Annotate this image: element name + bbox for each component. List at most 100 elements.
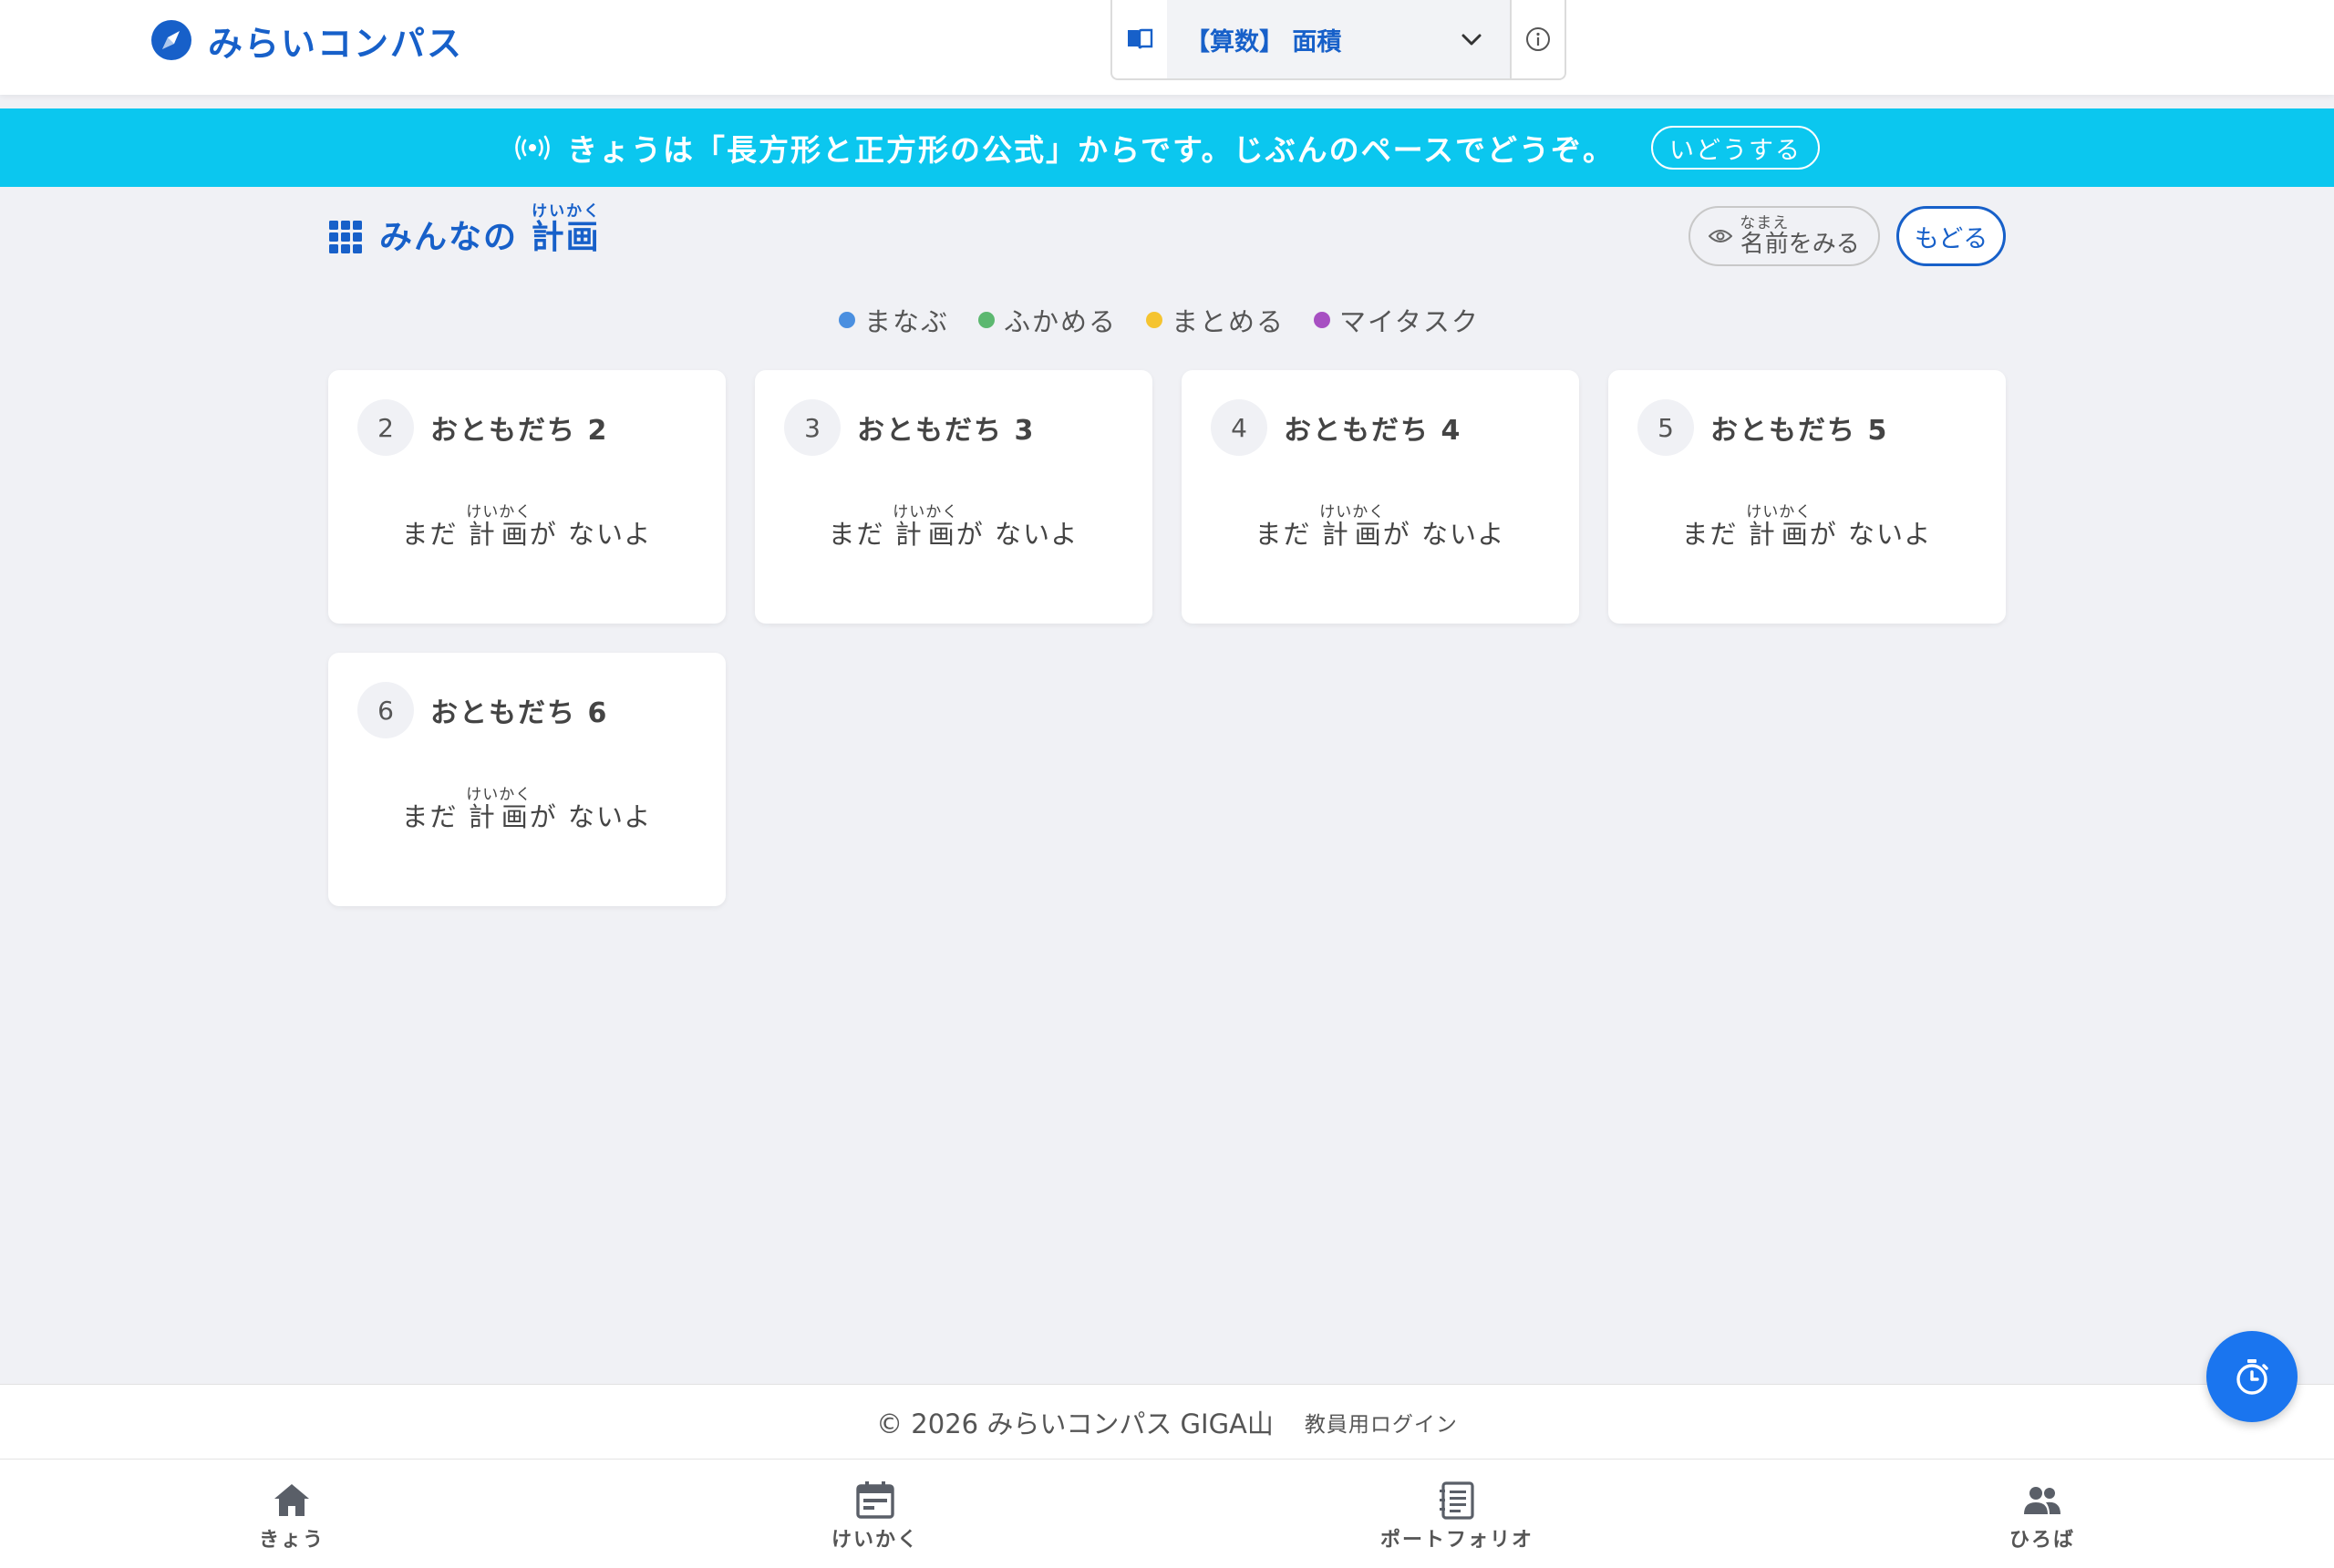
- card-friend-name: おともだち 5: [1710, 415, 1889, 447]
- empty-ruby: けいかく: [1746, 503, 1812, 521]
- broadcast-icon: [515, 135, 550, 160]
- card-number-badge: 6: [357, 682, 414, 738]
- info-icon: [1526, 27, 1550, 51]
- card-number-badge: 5: [1637, 399, 1694, 456]
- legend-label: ふかめる: [1004, 306, 1118, 337]
- legend-dot: [1314, 312, 1331, 328]
- bottom-navigation: きょう けいかく ポートフォリオ ひろば: [0, 1459, 2334, 1568]
- legend-dot: [978, 312, 996, 328]
- chevron-down-icon: [1461, 34, 1482, 46]
- nav-label: ひろば: [2009, 1529, 2075, 1552]
- unit-label: 【算数】 面積: [1185, 27, 1342, 57]
- empty-kanji: 計画: [893, 519, 959, 550]
- legend-dot: [839, 312, 855, 328]
- app-root: みらいコンパス 【算数】 面積 きょうは「長方形と正方形の公式」からです。じぶん…: [0, 0, 2334, 1568]
- title-word: 計画けいかく: [531, 202, 601, 256]
- top-header: みらいコンパス 【算数】 面積: [0, 0, 2334, 95]
- empty-kanji: 計画: [466, 801, 532, 832]
- home-icon: [274, 1484, 309, 1516]
- legend-item-manabu: まなぶ: [839, 301, 949, 339]
- stopwatch-icon: [2236, 1359, 2268, 1395]
- legend-item-matomeru: まとめる: [1146, 301, 1285, 339]
- card-header: 4 おともだち 4: [1211, 399, 1461, 456]
- title-kanji: 計画: [531, 219, 601, 256]
- empty-prefix: まだ: [1681, 519, 1739, 550]
- empty-suffix: が ないよ: [1809, 519, 1933, 550]
- friend-card[interactable]: 4 おともだち 4 まだ 計画けいかくが ないよ: [1182, 370, 1579, 624]
- friend-card[interactable]: 3 おともだち 3 まだ 計画けいかくが ないよ: [755, 370, 1152, 624]
- banner-message: きょうは「長方形と正方形の公式」からです。じぶんのペースでどうぞ。: [566, 132, 1616, 168]
- book-icon-wrap: [1112, 0, 1167, 78]
- notebook-icon: [1440, 1481, 1474, 1520]
- names-kanji: 名前: [1740, 230, 1790, 258]
- legend-item-mytask: マイタスク: [1314, 301, 1480, 339]
- empty-kanji: 計画: [1319, 519, 1386, 550]
- card-friend-name: おともだち 3: [857, 415, 1036, 447]
- nav-item-plaza[interactable]: ひろば: [1951, 1480, 2133, 1553]
- friend-card[interactable]: 5 おともだち 5 まだ 計画けいかくが ないよ: [1608, 370, 2006, 624]
- title-ruby: けいかく: [531, 202, 601, 221]
- people-icon: [2024, 1487, 2060, 1514]
- nav-label: けいかく: [831, 1529, 919, 1552]
- friend-card[interactable]: 2 おともだち 2 まだ 計画けいかくが ないよ: [328, 370, 726, 624]
- empty-plan-message: まだ 計画けいかくが ないよ: [1182, 503, 1579, 552]
- book-icon: [1128, 28, 1153, 49]
- show-names-button[interactable]: 名前なまえをみる: [1689, 206, 1880, 266]
- guidance-banner: きょうは「長方形と正方形の公式」からです。じぶんのペースでどうぞ。 いどうする: [0, 108, 2334, 187]
- legend-item-fukameru: ふかめる: [978, 301, 1117, 339]
- empty-suffix: が ないよ: [1382, 519, 1506, 550]
- empty-ruby: けいかく: [1319, 503, 1386, 521]
- card-friend-name: おともだち 4: [1284, 415, 1462, 447]
- phase-legend: まなぶ ふかめる まとめる マイタスク: [839, 301, 1509, 339]
- friend-card[interactable]: 6 おともだち 6 まだ 計画けいかくが ないよ: [328, 653, 726, 906]
- card-number-badge: 4: [1211, 399, 1267, 456]
- empty-ruby: けいかく: [466, 786, 532, 804]
- card-header: 5 おともだち 5: [1637, 399, 1888, 456]
- card-friend-name: おともだち 6: [430, 697, 609, 729]
- empty-kanji: 計画: [1746, 519, 1812, 550]
- empty-suffix: が ないよ: [529, 519, 653, 550]
- card-friend-name: おともだち 2: [430, 415, 609, 447]
- teacher-login-link[interactable]: 教員用ログイン: [1305, 1407, 1458, 1438]
- brand-logo[interactable]: みらいコンパス: [150, 16, 463, 64]
- card-number-badge: 3: [784, 399, 841, 456]
- card-header: 6 おともだち 6: [357, 682, 608, 738]
- timer-button[interactable]: [2206, 1331, 2298, 1422]
- nav-label: ポートフォリオ: [1379, 1529, 1534, 1552]
- calendar-icon: [856, 1481, 894, 1519]
- nav-item-today[interactable]: きょう: [201, 1480, 383, 1553]
- nav-item-portfolio[interactable]: ポートフォリオ: [1366, 1480, 1548, 1553]
- empty-ruby: けいかく: [893, 503, 959, 521]
- compass-icon: [151, 20, 191, 60]
- names-ruby: なまえ: [1740, 213, 1790, 232]
- card-header: 3 おともだち 3: [784, 399, 1035, 456]
- empty-kanji: 計画: [466, 519, 532, 550]
- legend-label: マイタスク: [1339, 306, 1480, 337]
- unit-selector: 【算数】 面積: [1110, 0, 1566, 80]
- card-number-badge: 2: [357, 399, 414, 456]
- title-prefix: みんなの: [379, 219, 519, 256]
- legend-label: まなぶ: [864, 306, 950, 337]
- legend-label: まとめる: [1172, 306, 1286, 337]
- empty-suffix: が ないよ: [955, 519, 1079, 550]
- page-footer: © 2026 みらいコンパス GIGA山 教員用ログイン: [0, 1384, 2334, 1459]
- empty-plan-message: まだ 計画けいかくが ないよ: [328, 786, 726, 834]
- back-button[interactable]: もどる: [1896, 206, 2006, 266]
- empty-ruby: けいかく: [466, 503, 532, 521]
- card-header: 2 おともだち 2: [357, 399, 608, 456]
- move-button[interactable]: いどうする: [1651, 126, 1821, 170]
- unit-dropdown[interactable]: 【算数】 面積: [1167, 0, 1510, 78]
- empty-prefix: まだ: [401, 801, 459, 832]
- eye-icon: [1709, 230, 1733, 242]
- show-names-label: 名前なまえをみる: [1740, 214, 1860, 259]
- grid-icon: [329, 221, 362, 253]
- empty-prefix: まだ: [828, 519, 885, 550]
- page-title: みんなの 計画けいかく: [328, 202, 601, 258]
- nav-item-plan[interactable]: けいかく: [784, 1480, 966, 1553]
- empty-plan-message: まだ 計画けいかくが ないよ: [328, 503, 726, 552]
- brand-name: みらいコンパス: [208, 23, 464, 64]
- copyright-text: © 2026 みらいコンパス GIGA山: [876, 1408, 1274, 1439]
- unit-info-button[interactable]: [1510, 0, 1565, 78]
- title-text: みんなの 計画けいかく: [379, 202, 601, 258]
- empty-prefix: まだ: [401, 519, 459, 550]
